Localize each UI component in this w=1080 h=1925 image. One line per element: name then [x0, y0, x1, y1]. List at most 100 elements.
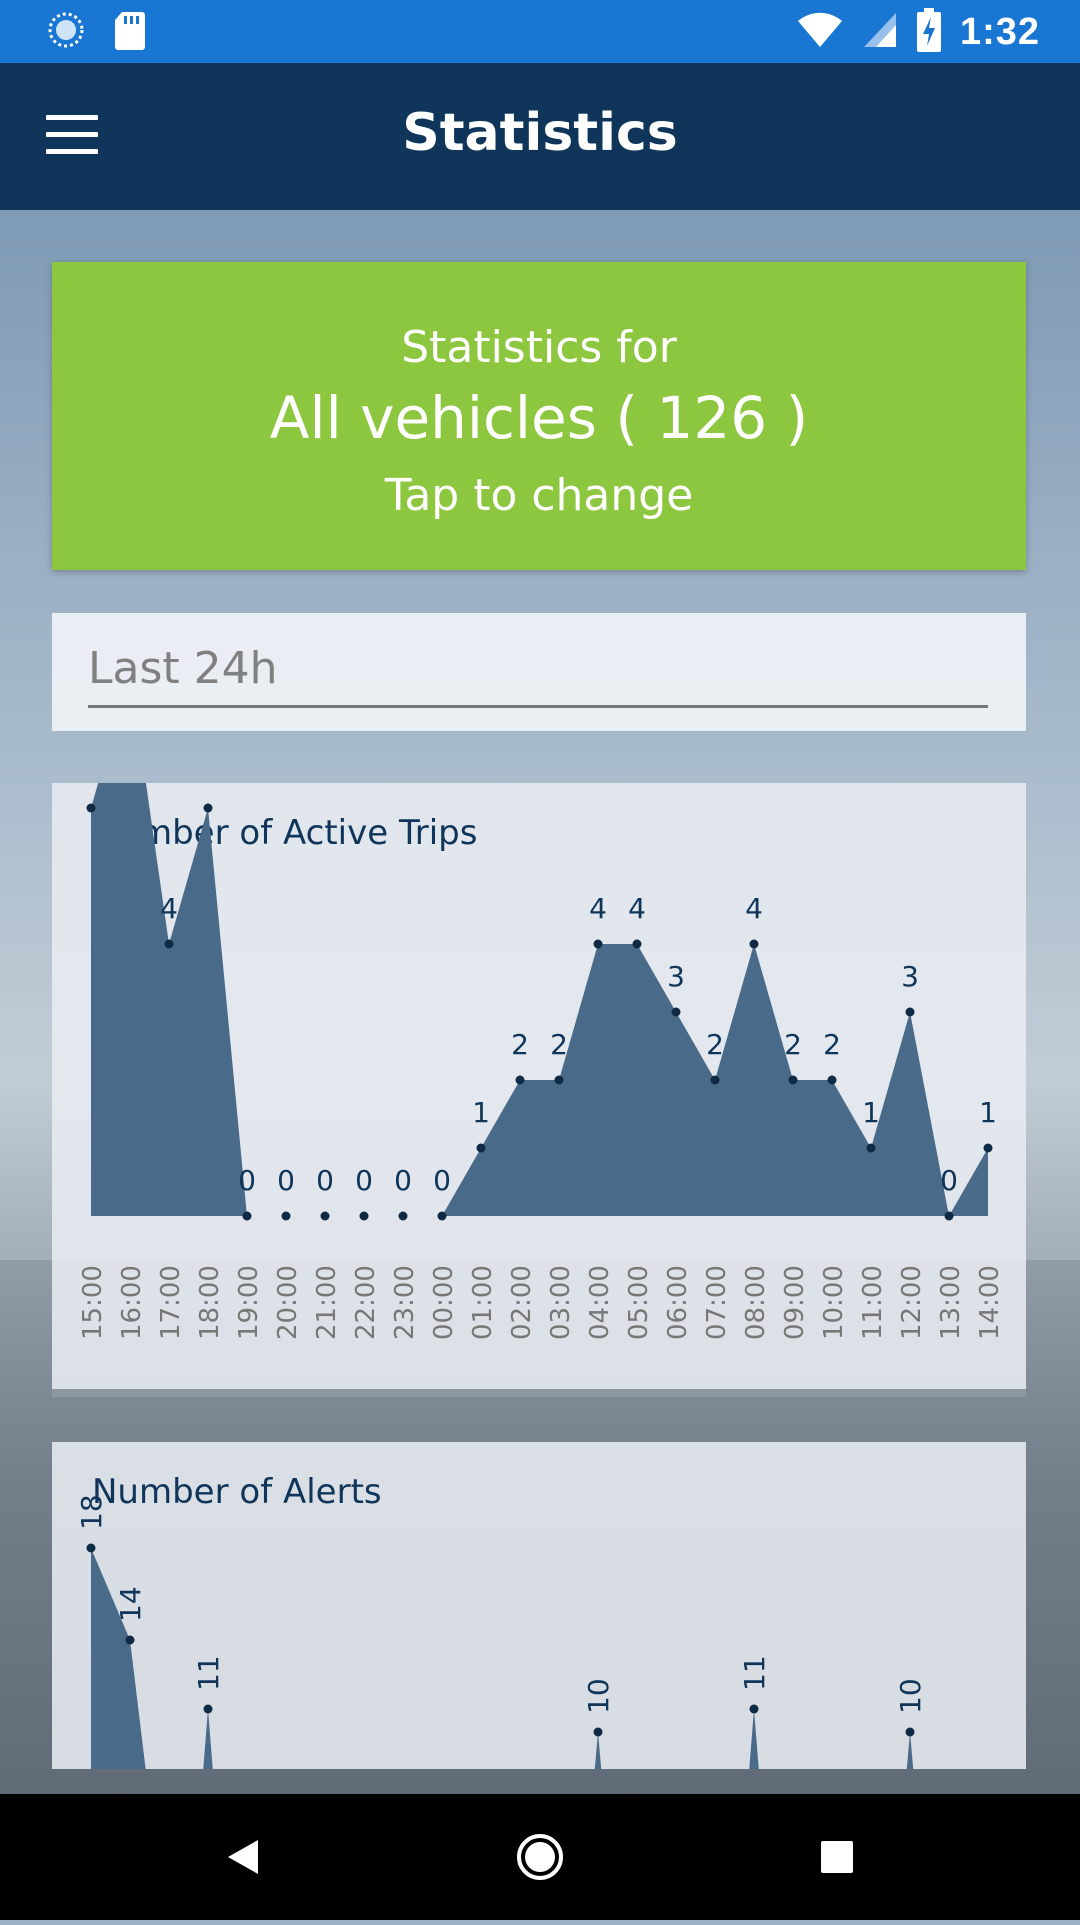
trips-data-point — [86, 803, 96, 813]
trips-data-point — [749, 939, 759, 949]
trips-data-point — [164, 939, 174, 949]
alerts-data-label: 11 — [738, 1655, 771, 1691]
trips-data-point — [827, 1075, 837, 1085]
trips-data-label: 0 — [277, 1164, 295, 1197]
trips-data-point — [554, 1075, 564, 1085]
trips-data-point — [242, 1211, 252, 1221]
trips-data-label: 1 — [979, 1096, 997, 1129]
trips-x-tick-label: 08:00 — [741, 1265, 771, 1340]
alerts-area-series — [203, 1709, 213, 1769]
trips-x-tick-label: 11:00 — [858, 1265, 888, 1340]
trips-data-point — [983, 1143, 993, 1153]
trips-data-label: 6 — [82, 783, 100, 789]
trips-data-point — [710, 1075, 720, 1085]
trips-x-tick-label: 06:00 — [663, 1265, 693, 1340]
vehicle-selector-hint: Tap to change — [384, 470, 694, 521]
trips-data-label: 3 — [667, 960, 685, 993]
trips-data-label: 0 — [433, 1164, 451, 1197]
trips-x-tick-label: 21:00 — [312, 1265, 342, 1340]
trips-data-label: 2 — [706, 1028, 724, 1061]
trips-data-point — [944, 1211, 954, 1221]
alerts-data-label: 11 — [192, 1655, 225, 1691]
clock: 1:32 — [959, 11, 1040, 53]
trips-x-tick-label: 22:00 — [351, 1265, 381, 1340]
content-area[interactable]: Statistics for All vehicles ( 126 ) Tap … — [0, 210, 1080, 1794]
alerts-area-series — [749, 1709, 759, 1769]
trips-data-label: 4 — [589, 892, 607, 925]
alerts-area-series — [594, 1732, 602, 1769]
trips-data-point — [437, 1211, 447, 1221]
trips-x-tick-label: 04:00 — [585, 1265, 615, 1340]
sync-icon — [46, 10, 86, 55]
trips-data-point — [359, 1211, 369, 1221]
trips-x-tick-label: 02:00 — [507, 1265, 537, 1340]
trips-x-tick-label: 01:00 — [468, 1265, 498, 1340]
home-icon[interactable] — [460, 1794, 620, 1920]
trips-data-label: 0 — [316, 1164, 334, 1197]
trips-x-tick-label: 14:00 — [975, 1265, 1005, 1340]
trips-x-tick-label: 13:00 — [936, 1265, 966, 1340]
vehicle-selector-value: All vehicles ( 126 ) — [269, 384, 809, 452]
vehicle-selector-caption: Statistics for — [401, 322, 677, 373]
alerts-data-label: 14 — [114, 1586, 147, 1622]
trips-data-label: 0 — [355, 1164, 373, 1197]
trips-data-point — [866, 1143, 876, 1153]
alerts-chart: 1814116101110 — [75, 1494, 927, 1769]
trips-x-tick-label: 15:00 — [78, 1265, 108, 1340]
trips-x-tick-label: 09:00 — [780, 1265, 810, 1340]
alerts-data-label: 18 — [75, 1494, 108, 1530]
period-dropdown[interactable]: Last 24h — [88, 643, 988, 708]
trips-data-label: 0 — [940, 1164, 958, 1197]
vehicle-selector-card[interactable]: Statistics for All vehicles ( 126 ) Tap … — [52, 262, 1026, 570]
trips-data-point — [281, 1211, 291, 1221]
page-title: Statistics — [402, 103, 678, 163]
trips-data-label: 2 — [823, 1028, 841, 1061]
alerts-chart-card: Number of Alerts 1814116101110 — [52, 1442, 1026, 1769]
trips-data-label: 1 — [472, 1096, 490, 1129]
period-selector: Last 24h — [52, 613, 1026, 731]
wifi-icon — [796, 11, 844, 54]
navigation-bar — [0, 1794, 1080, 1920]
trips-data-point — [671, 1007, 681, 1017]
alerts-data-point — [125, 1635, 135, 1645]
signal-icon — [862, 11, 898, 54]
app-bar: Statistics — [0, 63, 1080, 210]
trips-data-label: 0 — [238, 1164, 256, 1197]
alerts-data-point — [593, 1727, 603, 1737]
trips-data-label: 3 — [901, 960, 919, 993]
trips-x-tick-label: 16:00 — [117, 1265, 147, 1340]
trips-data-point — [203, 803, 213, 813]
trips-x-tick-label: 07:00 — [702, 1265, 732, 1340]
trips-data-point — [788, 1075, 798, 1085]
back-icon[interactable] — [162, 1794, 322, 1920]
trips-data-label: 4 — [628, 892, 646, 925]
recents-icon[interactable] — [757, 1794, 917, 1920]
trips-x-tick-label: 10:00 — [819, 1265, 849, 1340]
trips-data-label: 2 — [784, 1028, 802, 1061]
trips-x-tick-label: 20:00 — [273, 1265, 303, 1340]
trips-data-label: 4 — [160, 892, 178, 925]
trips-data-point — [905, 1007, 915, 1017]
trips-data-label: 2 — [550, 1028, 568, 1061]
trips-x-tick-label: 05:00 — [624, 1265, 654, 1340]
trips-x-tick-label: 12:00 — [897, 1265, 927, 1340]
alerts-data-point — [905, 1727, 915, 1737]
trips-data-label: 1 — [862, 1096, 880, 1129]
trips-data-point — [632, 939, 642, 949]
trips-x-tick-label: 18:00 — [195, 1265, 225, 1340]
alerts-area-series — [91, 1548, 146, 1769]
trips-data-label: 4 — [745, 892, 763, 925]
trips-data-point — [515, 1075, 525, 1085]
trips-data-point — [476, 1143, 486, 1153]
battery-charging-icon — [916, 8, 942, 57]
trips-data-label: 2 — [511, 1028, 529, 1061]
alerts-data-point — [203, 1704, 213, 1714]
active-trips-chart-card: Number of Active Trips 615:00816:00417:0… — [52, 783, 1026, 1397]
trips-area-series — [91, 783, 988, 1216]
active-trips-chart: 615:00816:00417:00618:00019:00020:00021:… — [78, 783, 1005, 1340]
alerts-data-point — [749, 1704, 759, 1714]
trips-data-label: 0 — [394, 1164, 412, 1197]
alerts-data-label: 10 — [582, 1678, 615, 1714]
alerts-data-point — [86, 1543, 96, 1553]
alerts-data-label: 10 — [894, 1678, 927, 1714]
